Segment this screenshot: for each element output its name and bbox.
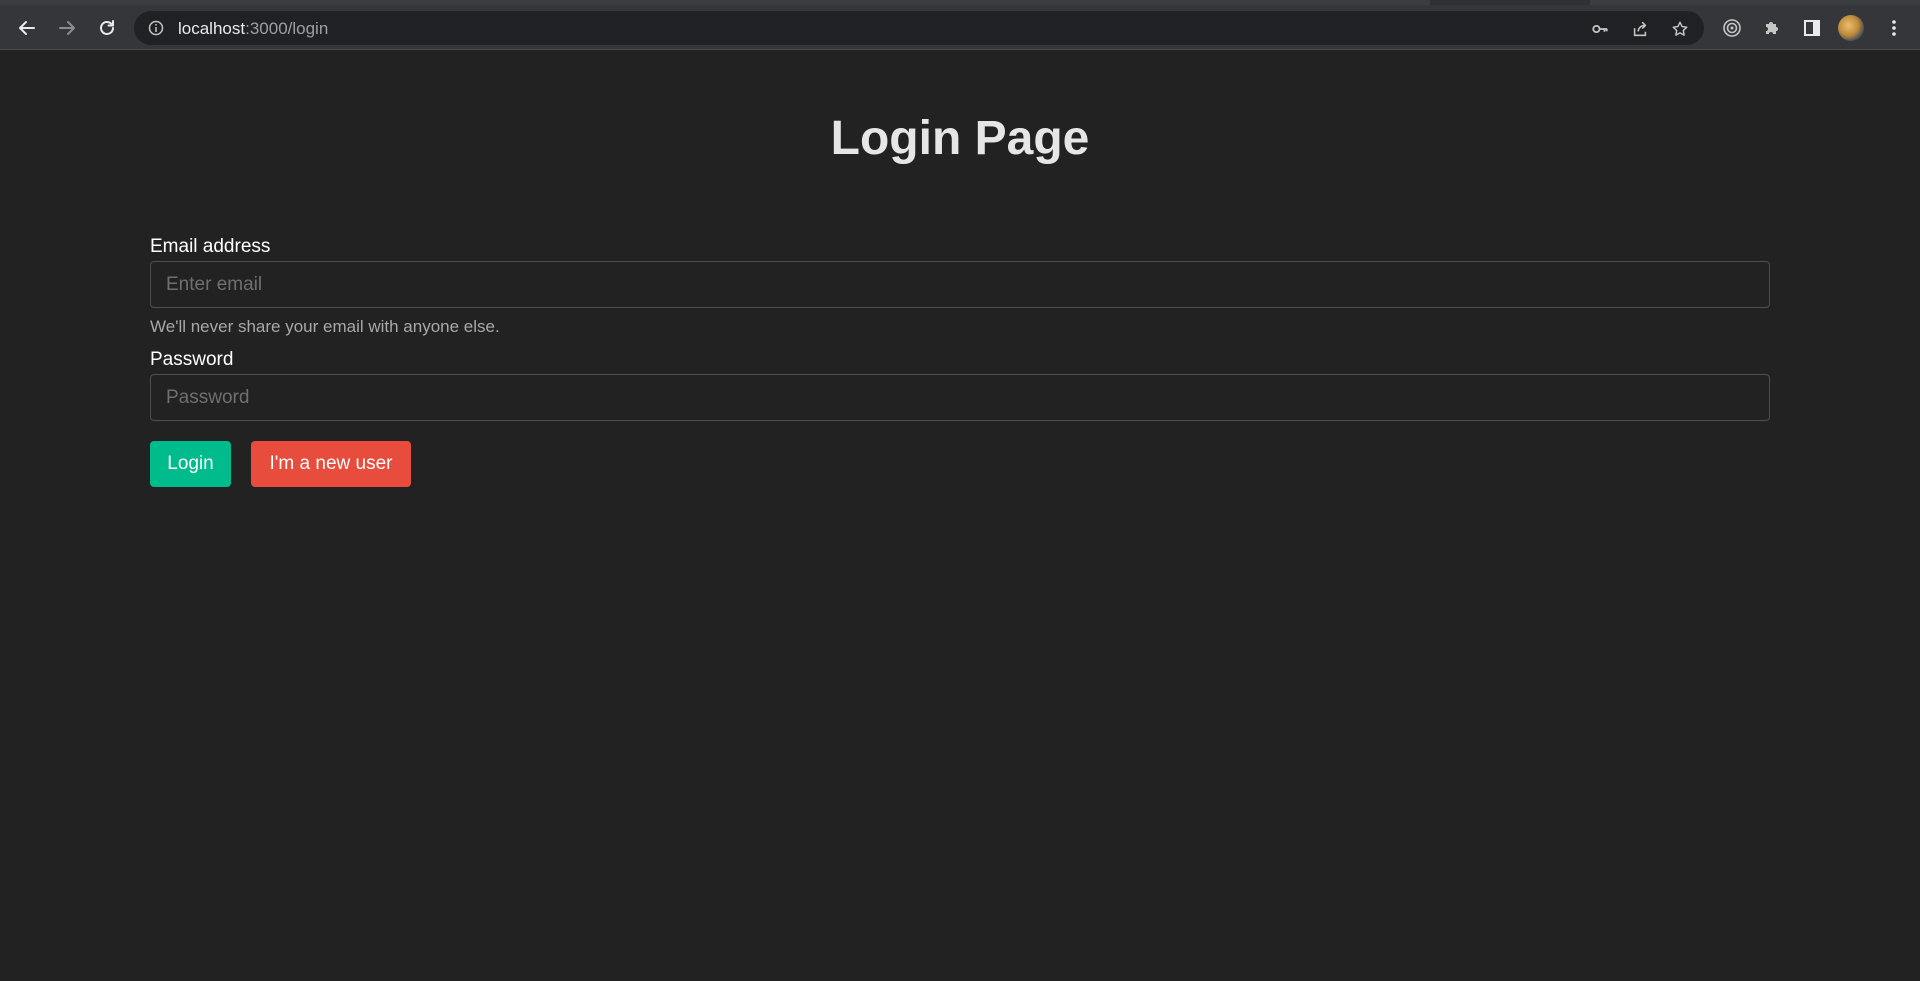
email-label: Email address (150, 236, 271, 257)
login-button[interactable]: Login (150, 441, 231, 487)
url-path: :3000/login (245, 19, 329, 38)
password-input[interactable] (150, 374, 1770, 421)
back-arrow-icon[interactable] (13, 14, 41, 42)
url-host: localhost (178, 19, 246, 38)
page-content: Login Page Email address We'll never sha… (0, 51, 1920, 981)
page-title: Login Page (830, 112, 1090, 165)
info-icon[interactable] (148, 20, 164, 36)
star-icon[interactable] (1670, 19, 1690, 39)
puzzle-icon[interactable] (1761, 17, 1783, 39)
password-label: Password (150, 349, 234, 370)
target-icon[interactable] (1721, 17, 1743, 39)
email-help-text: We'll never share your email with anyone… (150, 317, 500, 336)
profile-avatar[interactable] (1838, 15, 1864, 41)
new-user-button[interactable]: I'm a new user (251, 441, 411, 487)
side-panel-icon[interactable] (1801, 17, 1823, 39)
email-input[interactable] (150, 261, 1770, 308)
key-icon[interactable] (1590, 19, 1610, 39)
forward-arrow-icon[interactable] (53, 14, 81, 42)
login-form: Email address We'll never share your ema… (150, 234, 1770, 487)
share-icon[interactable] (1630, 19, 1650, 39)
kebab-menu-icon[interactable] (1883, 17, 1905, 39)
form-actions: Login I'm a new user (150, 441, 1770, 487)
reload-icon[interactable] (93, 14, 121, 42)
browser-toolbar: localhost:3000/login (0, 5, 1920, 50)
url-text[interactable]: localhost:3000/login (178, 19, 328, 39)
address-bar[interactable]: localhost:3000/login (134, 11, 1704, 45)
